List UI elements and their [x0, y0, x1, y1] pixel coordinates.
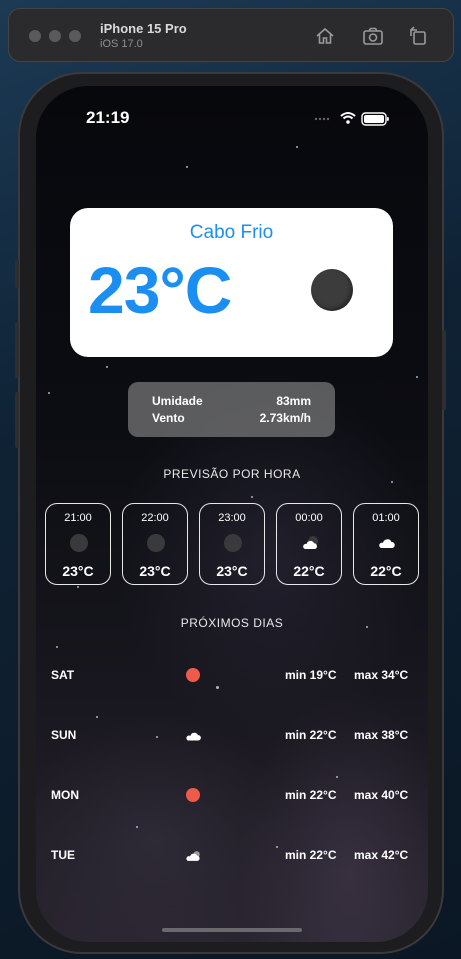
rotate-icon[interactable]: [407, 25, 429, 47]
screenshot-icon[interactable]: [362, 25, 384, 47]
sun-icon: [186, 668, 202, 684]
hour-time: 21:00: [64, 512, 92, 524]
humidity-value: 83mm: [276, 394, 311, 408]
hour-temperature: 22°C: [293, 563, 325, 579]
os-version: iOS 17.0: [100, 38, 143, 50]
wind-row: Vento 2.73km/h: [152, 411, 311, 425]
daily-forecast-title: PRÓXIMOS DIAS: [180, 616, 284, 630]
cloud-sun-icon: [186, 851, 200, 861]
humidity-row: Umidade 83mm: [152, 394, 311, 408]
cloud-moon-icon: [303, 536, 318, 549]
sun-icon: [186, 788, 202, 804]
day-name: TUE: [51, 848, 75, 862]
current-weather-card: Cabo Frio 23°C: [70, 208, 393, 357]
city-name: Cabo Frio: [189, 222, 274, 243]
day-name: MON: [51, 788, 79, 802]
hour-time: 00:00: [295, 512, 323, 524]
day-max-temp: max 42°C: [354, 848, 409, 862]
daily-row[interactable]: MON min 22°C max 40°C: [36, 784, 428, 808]
day-max-temp: max 34°C: [354, 668, 409, 682]
day-max-temp: max 40°C: [354, 788, 409, 802]
volume-up-button: [15, 322, 19, 378]
volume-down-button: [15, 392, 19, 448]
wind-label: Vento: [152, 411, 185, 425]
hour-temperature: 23°C: [139, 563, 171, 579]
day-min-temp: min 22°C: [285, 848, 337, 862]
day-name: SUN: [51, 728, 77, 742]
hour-temperature: 22°C: [370, 563, 402, 579]
hour-time: 22:00: [141, 512, 169, 524]
hourly-item[interactable]: 00:00 22°C: [276, 503, 342, 585]
home-indicator[interactable]: [162, 928, 302, 932]
status-icons: [312, 110, 392, 131]
zoom-window-button[interactable]: [69, 30, 81, 42]
hourly-forecast-title: PREVISÃO POR HORA: [163, 467, 301, 481]
day-min-temp: min 19°C: [285, 668, 337, 682]
day-min-temp: min 22°C: [285, 728, 337, 742]
hourly-item[interactable]: 22:00 23°C: [122, 503, 188, 585]
close-window-button[interactable]: [29, 30, 41, 42]
hour-time: 01:00: [372, 512, 400, 524]
hour-temperature: 23°C: [216, 563, 248, 579]
daily-row[interactable]: SUN min 22°C max 38°C: [36, 724, 428, 748]
moon-icon: [311, 269, 353, 311]
hour-temperature: 23°C: [62, 563, 94, 579]
moon-icon: [147, 534, 165, 552]
day-min-temp: min 22°C: [285, 788, 337, 802]
hour-time: 23:00: [218, 512, 246, 524]
power-button: [442, 330, 446, 410]
weather-details-box: Umidade 83mm Vento 2.73km/h: [128, 382, 335, 437]
home-icon[interactable]: [314, 25, 336, 47]
wind-value: 2.73km/h: [259, 411, 311, 425]
moon-icon: [70, 534, 88, 552]
hourly-item[interactable]: 21:00 23°C: [45, 503, 111, 585]
cloud-icon: [379, 539, 395, 548]
daily-row[interactable]: SAT min 19°C max 34°C: [36, 664, 428, 688]
minimize-window-button[interactable]: [49, 30, 61, 42]
cloud-icon: [186, 732, 201, 741]
status-time: 21:19: [86, 108, 130, 127]
humidity-label: Umidade: [152, 394, 203, 408]
simulator-toolbar: iPhone 15 Pro iOS 17.0: [8, 8, 454, 62]
day-max-temp: max 38°C: [354, 728, 409, 742]
hourly-item[interactable]: 01:00 22°C: [353, 503, 419, 585]
hourly-item[interactable]: 23:00 23°C: [199, 503, 265, 585]
daily-row[interactable]: TUE min 22°C max 42°C: [36, 844, 428, 868]
app-screen: 21:19 Cabo Frio 23°C Umidade 83mm Vento …: [36, 86, 428, 942]
device-name: iPhone 15 Pro: [100, 21, 187, 36]
wifi-battery-icon: [314, 112, 389, 126]
day-name: SAT: [51, 668, 75, 682]
current-temperature: 23°C: [88, 253, 232, 327]
action-button: [15, 260, 19, 288]
moon-icon: [224, 534, 242, 552]
